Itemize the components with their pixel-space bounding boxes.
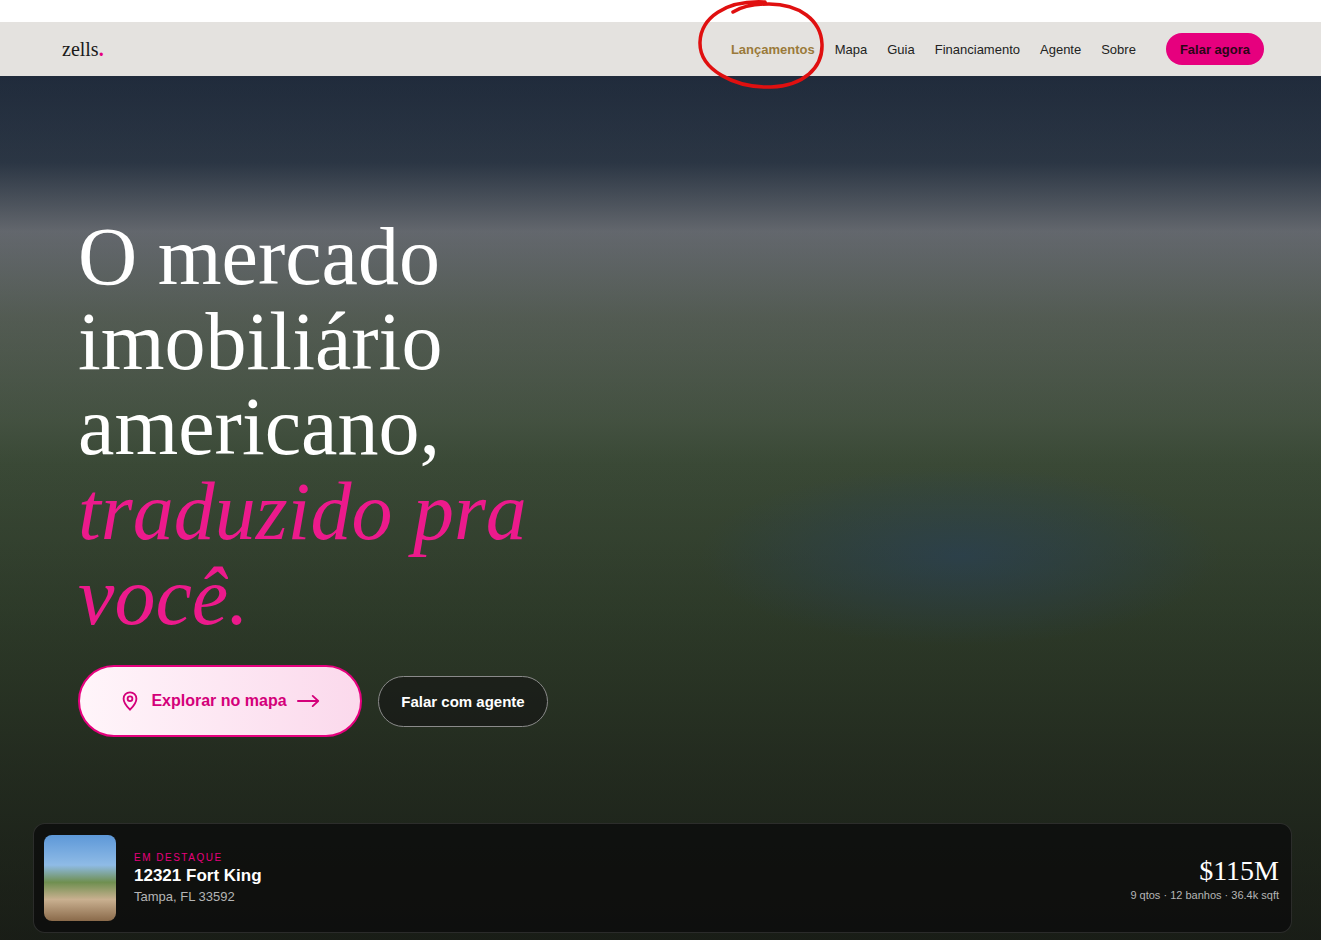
nav-item[interactable]: Guia bbox=[887, 42, 914, 57]
logo-name: zells bbox=[62, 38, 99, 60]
arrow-right-icon bbox=[297, 694, 321, 708]
logo-dot: . bbox=[99, 38, 104, 60]
headline-line: O mercado bbox=[78, 214, 1292, 299]
featured-price: $115M bbox=[1199, 855, 1279, 887]
featured-price-block: $115M 9 qtos · 12 banhos · 36.4k sqft bbox=[1130, 855, 1279, 901]
primary-button[interactable]: Explorar no mapa bbox=[78, 665, 362, 737]
featured-card[interactable]: EM DESTAQUE 12321 Fort King Tampa, FL 3359… bbox=[33, 823, 1292, 933]
map-pin-icon bbox=[119, 690, 141, 712]
nav-item-wrap: Agente bbox=[1040, 40, 1081, 58]
property-thumbnail bbox=[44, 835, 116, 921]
nav-bar: zells. Lançamentos Mapa Guia Financiamento Ag… bbox=[0, 22, 1321, 76]
nav-item[interactable]: Financiamento bbox=[935, 42, 1020, 57]
nav-item[interactable]: Sobre bbox=[1101, 42, 1136, 57]
hero-actions: Explorar no mapa Falar com agente bbox=[78, 665, 1292, 737]
nav-item-wrap: Sobre bbox=[1101, 40, 1136, 58]
nav-item-wrap: Lançamentos bbox=[731, 40, 815, 58]
page: zells. Lançamentos Mapa Guia Financiamento Ag… bbox=[0, 0, 1321, 940]
button-label: Falar com agente bbox=[401, 693, 524, 710]
nav-item-wrap: Mapa bbox=[835, 40, 868, 58]
featured-eyebrow: EM DESTAQUE bbox=[134, 852, 1112, 863]
logo[interactable]: zells. bbox=[62, 38, 104, 61]
headline: O mercadoimobiliárioamericano,traduzido … bbox=[78, 214, 1292, 639]
headline-line: você. bbox=[78, 554, 1292, 639]
nav-item[interactable]: Agente bbox=[1040, 42, 1081, 57]
headline-line: traduzido pra bbox=[78, 469, 1292, 554]
hero-content: O mercadoimobiliárioamericano,traduzido … bbox=[78, 76, 1292, 737]
nav-menu: Lançamentos Mapa Guia Financiamento Agente So… bbox=[731, 33, 1264, 65]
nav-item-wrap: Guia bbox=[887, 40, 914, 58]
nav-item-wrap: Financiamento bbox=[935, 40, 1020, 58]
featured-info: EM DESTAQUE 12321 Fort King Tampa, FL 3359… bbox=[134, 852, 1112, 904]
secondary-button[interactable]: Falar com agente bbox=[378, 676, 548, 727]
nav-item[interactable]: Mapa bbox=[835, 42, 868, 57]
headline-line: americano, bbox=[78, 384, 1292, 469]
featured-details: 9 qtos · 12 banhos · 36.4k sqft bbox=[1130, 889, 1279, 901]
featured-title: 12321 Fort King bbox=[134, 866, 1112, 886]
talk-now-button[interactable]: Falar agora bbox=[1166, 33, 1264, 65]
headline-line: imobiliário bbox=[78, 299, 1292, 384]
button-label: Explorar no mapa bbox=[151, 692, 286, 710]
top-strip bbox=[0, 0, 1321, 22]
hero: O mercadoimobiliárioamericano,traduzido … bbox=[0, 76, 1321, 940]
nav-item[interactable]: Lançamentos bbox=[731, 42, 815, 57]
featured-location: Tampa, FL 33592 bbox=[134, 889, 1112, 904]
